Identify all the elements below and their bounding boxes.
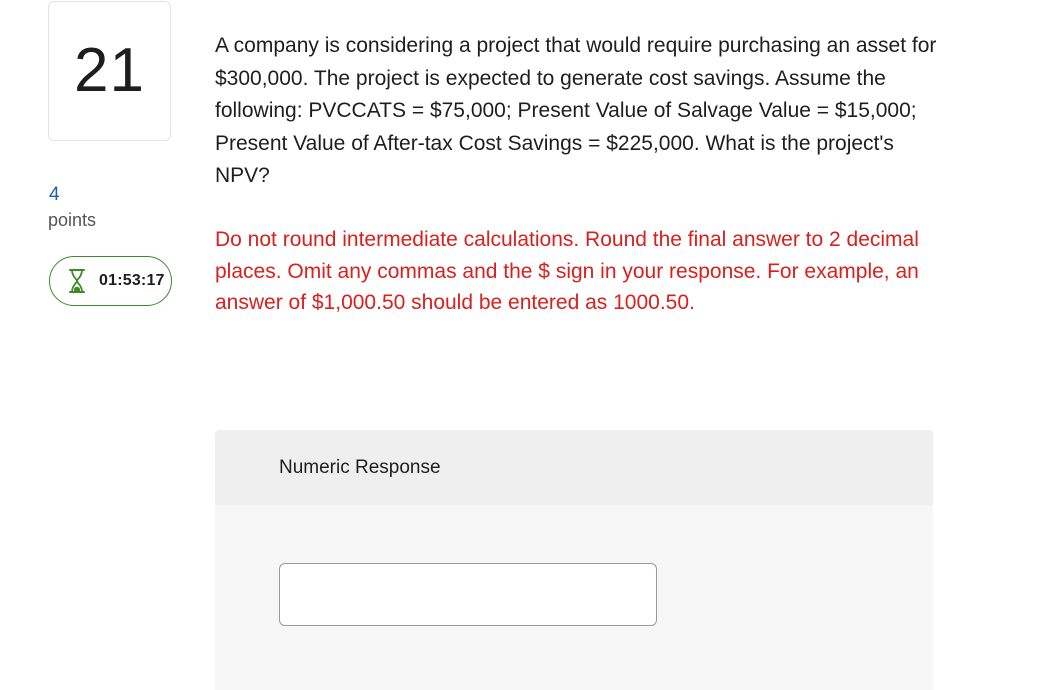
response-header: Numeric Response — [215, 430, 933, 505]
question-number: 21 — [74, 36, 145, 105]
question-number-box: 21 — [48, 1, 171, 141]
timer-badge: 01:53:17 — [49, 256, 172, 306]
hourglass-icon — [68, 268, 86, 294]
answer-instructions: Do not round intermediate calculations. … — [215, 228, 919, 314]
response-title: Numeric Response — [279, 456, 441, 478]
numeric-response-input[interactable] — [279, 563, 657, 626]
question-text: A company is considering a project that … — [215, 34, 937, 187]
question-page: 21 4 points 01:53:17 A company is consid… — [0, 0, 1053, 690]
points-value: 4 — [49, 184, 60, 205]
points-label: points — [48, 210, 97, 230]
timer-text: 01:53:17 — [99, 272, 165, 289]
response-panel: Numeric Response — [215, 430, 933, 690]
